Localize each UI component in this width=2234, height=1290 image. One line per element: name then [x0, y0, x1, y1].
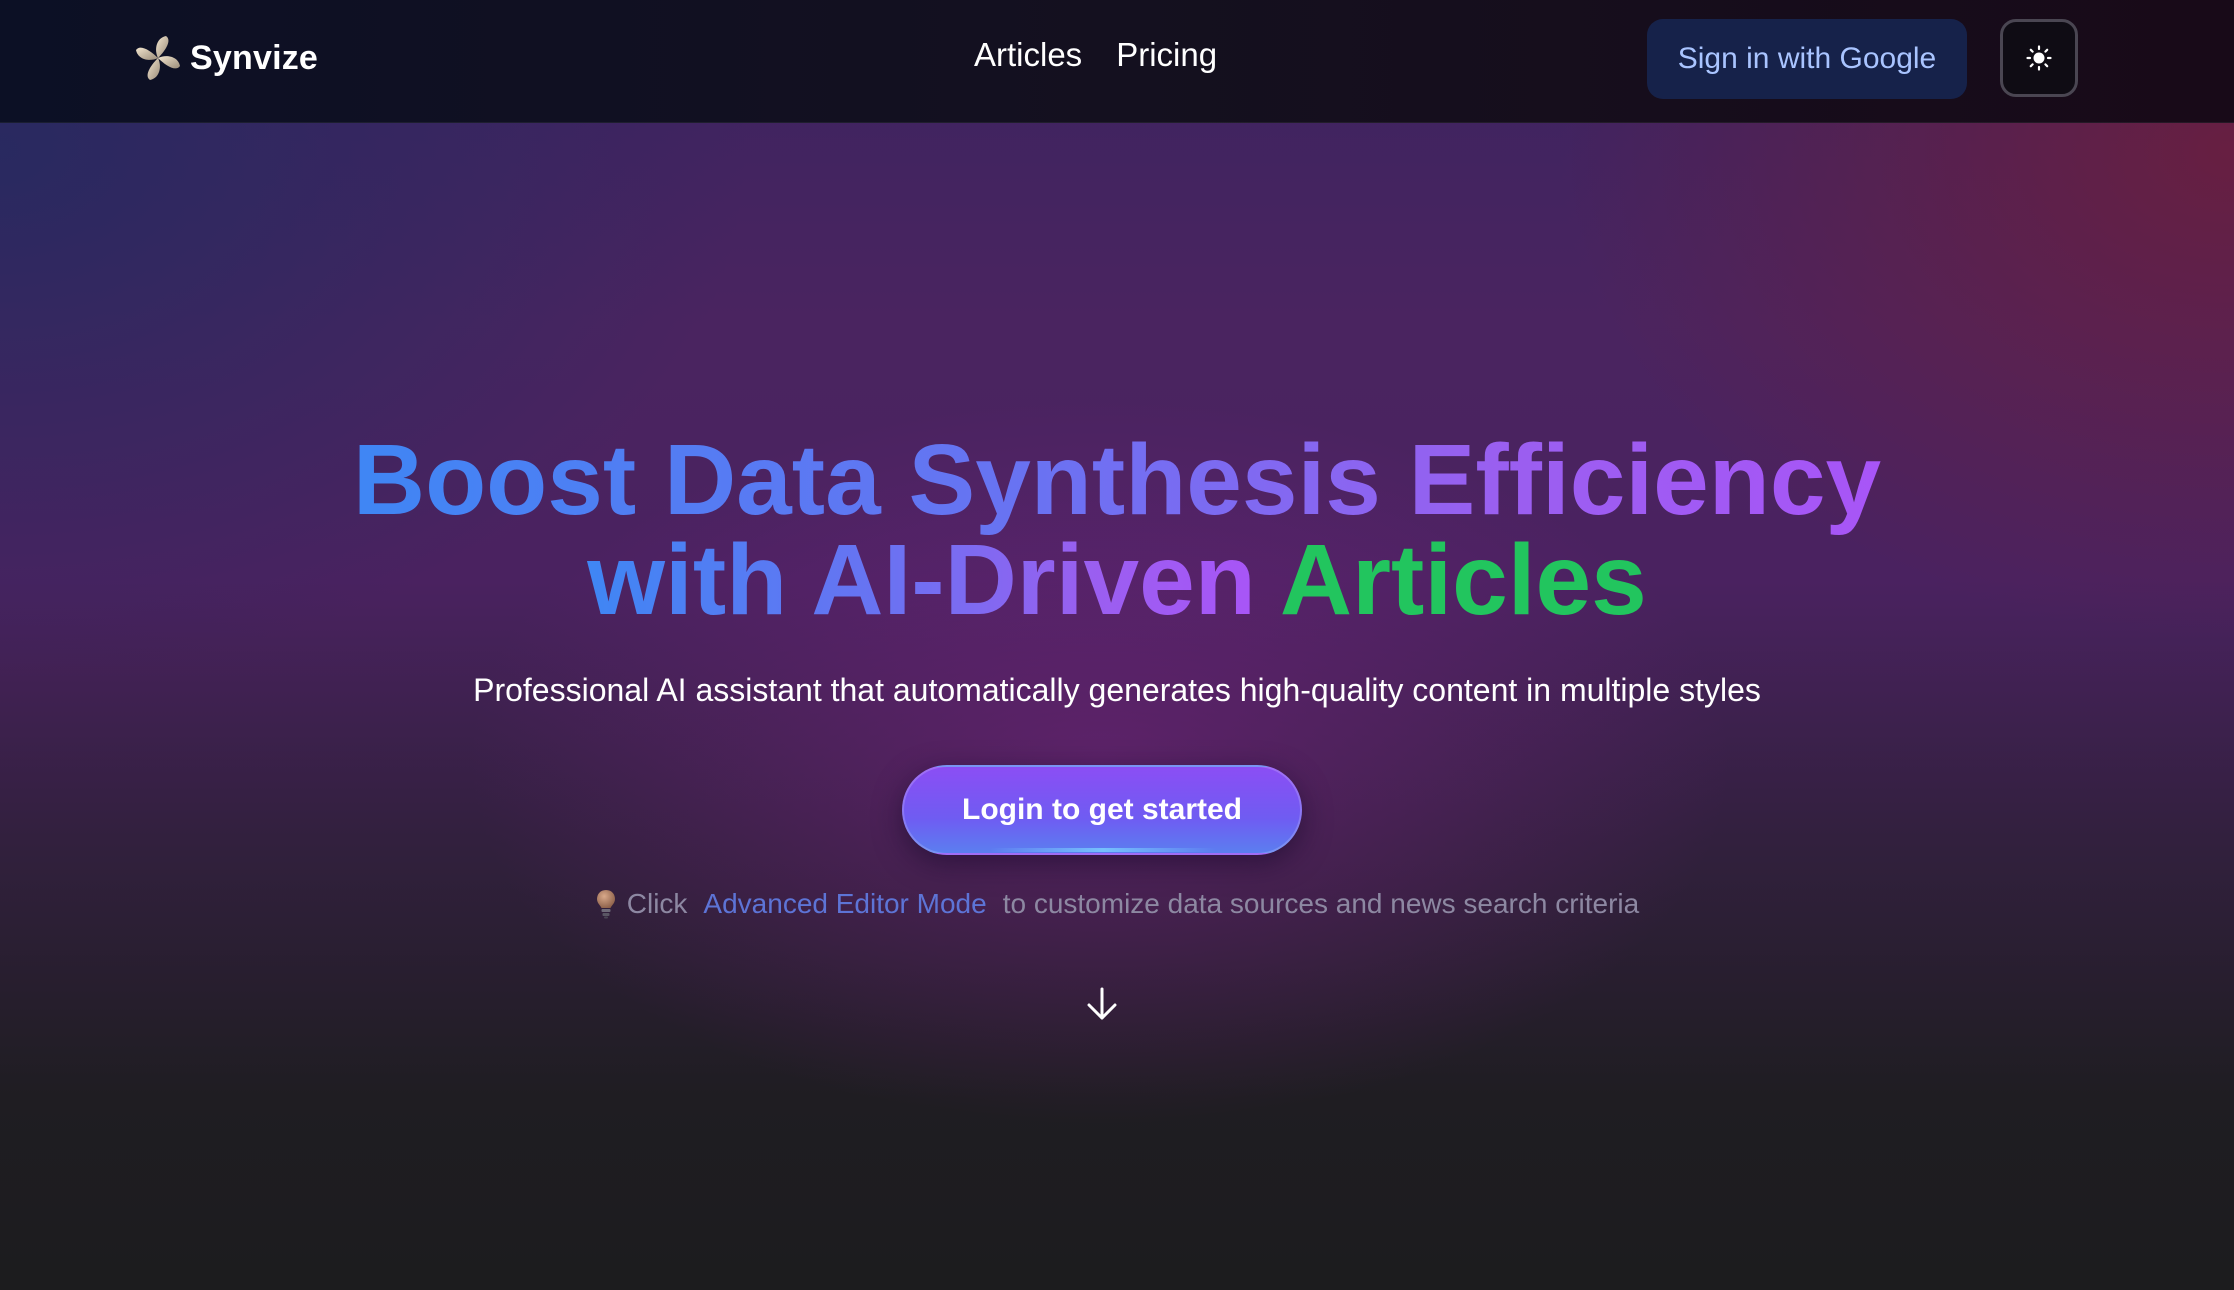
- synvize-logo-icon: [136, 36, 180, 80]
- landing-page: Synvize Articles Pricing Sign in with Go…: [0, 0, 2234, 1290]
- hero-title-accent: Articles: [1279, 524, 1647, 636]
- main-nav: Articles Pricing: [974, 36, 1217, 74]
- nav-link-pricing[interactable]: Pricing: [1116, 36, 1217, 74]
- login-to-get-started-button[interactable]: Login to get started: [902, 765, 1302, 855]
- tip-prefix: Click: [626, 888, 688, 919]
- brand-name: Synvize: [190, 38, 319, 77]
- hero-subtitle: Professional AI assistant that automatic…: [473, 672, 1761, 708]
- top-navbar: Synvize Articles Pricing Sign in with Go…: [0, 0, 2234, 123]
- sign-in-with-google-button[interactable]: Sign in with Google: [1647, 19, 1967, 99]
- theme-toggle-button[interactable]: [2000, 19, 2078, 97]
- lightbulb-icon: [596, 890, 615, 919]
- nav-link-articles[interactable]: Articles: [974, 36, 1082, 74]
- advanced-editor-mode-link[interactable]: Advanced Editor Mode: [703, 888, 986, 920]
- cta-glow-line: [990, 848, 1216, 852]
- hero-title-line1: Boost Data Synthesis Efficiency: [352, 424, 1882, 536]
- arrow-down-icon[interactable]: [1084, 986, 1120, 1022]
- editor-tip: Click Advanced Editor Mode to customize …: [0, 888, 2234, 920]
- hero-title: Boost Data Synthesis Efficiency with AI-…: [0, 430, 2234, 630]
- brand[interactable]: Synvize: [130, 30, 318, 86]
- sun-icon: [2026, 45, 2052, 71]
- hero-title-line2: with AI-Driven: [587, 524, 1256, 636]
- tip-suffix: to customize data sources and news searc…: [1002, 888, 1640, 919]
